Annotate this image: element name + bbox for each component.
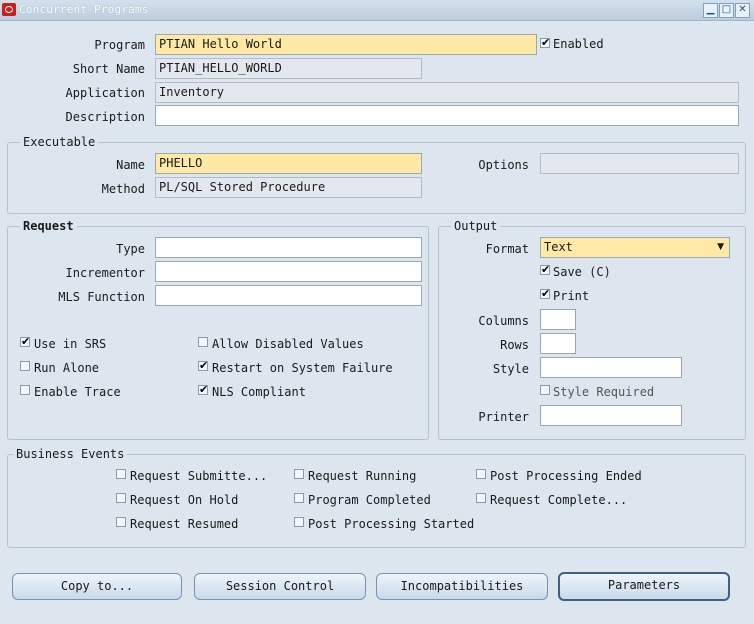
parameters-button[interactable]: Parameters <box>558 572 730 601</box>
request-resumed-checkbox[interactable] <box>116 517 126 527</box>
checkmark-icon: ✔ <box>541 263 551 276</box>
format-value: Text <box>544 240 573 254</box>
run-alone-checkbox[interactable] <box>20 361 30 371</box>
incrementor-label: Incrementor <box>65 266 145 280</box>
style-field[interactable] <box>540 357 682 378</box>
application-label: Application <box>65 86 145 100</box>
incrementor-field[interactable] <box>155 261 422 282</box>
style-label: Style <box>492 362 529 376</box>
type-label: Type <box>116 242 145 256</box>
columns-label: Columns <box>478 314 529 328</box>
application-field[interactable]: Inventory <box>155 82 739 103</box>
restart-on-failure-label: Restart on System Failure <box>212 361 393 375</box>
session-control-button[interactable]: Session Control <box>194 573 366 600</box>
program-label: Program <box>94 38 145 52</box>
request-completed-checkbox[interactable] <box>476 493 486 503</box>
method-field[interactable]: PL/SQL Stored Procedure <box>155 177 422 198</box>
print-label: Print <box>553 289 590 303</box>
use-in-srs-label: Use in SRS <box>34 337 107 351</box>
description-field[interactable] <box>155 105 739 126</box>
dropdown-arrow-icon: ▼ <box>717 242 724 252</box>
output-title: Output <box>451 219 501 233</box>
oracle-logo-icon <box>2 3 16 16</box>
short-name-field[interactable]: PTIAN_HELLO_WORLD <box>155 58 422 79</box>
maximize-icon[interactable]: □ <box>719 3 734 18</box>
save-label: Save (C) <box>553 265 611 279</box>
mls-function-label: MLS Function <box>58 290 145 304</box>
method-label: Method <box>101 182 145 196</box>
options-field[interactable] <box>540 153 739 174</box>
style-required-checkbox[interactable] <box>540 385 550 395</box>
nls-compliant-checkbox[interactable]: ✔ <box>198 383 209 396</box>
request-on-hold-label: Request On Hold <box>130 493 239 507</box>
program-field[interactable]: PTIAN Hello World <box>155 34 537 55</box>
enable-trace-checkbox[interactable] <box>20 385 30 395</box>
allow-disabled-values-label: Allow Disabled Values <box>212 337 364 351</box>
close-icon[interactable]: ✕ <box>735 3 750 18</box>
post-processing-started-label: Post Processing Started <box>308 517 475 531</box>
copy-to-button[interactable]: Copy to... <box>12 573 182 600</box>
checkmark-icon: ✔ <box>21 335 31 348</box>
enabled-label: Enabled <box>553 37 604 51</box>
request-submitted-label: Request Submitte... <box>130 469 268 483</box>
request-submitted-checkbox[interactable] <box>116 469 126 479</box>
nls-compliant-label: NLS Compliant <box>212 385 306 399</box>
type-field[interactable] <box>155 237 422 258</box>
printer-label: Printer <box>478 410 529 424</box>
post-processing-started-checkbox[interactable] <box>294 517 304 527</box>
description-label: Description <box>65 110 145 124</box>
program-completed-checkbox[interactable] <box>294 493 304 503</box>
printer-field[interactable] <box>540 405 682 426</box>
title-bar: Concurrent Programs ▁ □ ✕ <box>0 0 754 21</box>
rows-label: Rows <box>500 338 529 352</box>
save-checkbox[interactable]: ✔ <box>540 263 551 276</box>
executable-title: Executable <box>20 135 99 149</box>
mls-function-field[interactable] <box>155 285 422 306</box>
checkmark-icon: ✔ <box>199 383 209 396</box>
rows-field[interactable] <box>540 333 576 354</box>
format-label: Format <box>485 242 529 256</box>
request-completed-label: Request Complete... <box>490 493 628 507</box>
business-events-title: Business Events <box>13 447 128 461</box>
short-name-label: Short Name <box>72 62 145 76</box>
window-title: Concurrent Programs <box>19 3 149 16</box>
request-title: Request <box>20 219 77 233</box>
use-in-srs-checkbox[interactable]: ✔ <box>20 335 31 348</box>
allow-disabled-values-checkbox[interactable] <box>198 337 208 347</box>
program-completed-label: Program Completed <box>308 493 431 507</box>
post-processing-ended-label: Post Processing Ended <box>490 469 642 483</box>
enabled-checkbox[interactable]: ✔ <box>540 36 551 49</box>
request-resumed-label: Request Resumed <box>130 517 239 531</box>
minimize-icon[interactable]: ▁ <box>703 3 718 18</box>
post-processing-ended-checkbox[interactable] <box>476 469 486 479</box>
print-checkbox[interactable]: ✔ <box>540 287 551 300</box>
style-required-label: Style Required <box>553 385 655 399</box>
options-label: Options <box>478 158 529 172</box>
request-group <box>7 226 429 440</box>
request-running-checkbox[interactable] <box>294 469 304 479</box>
request-on-hold-checkbox[interactable] <box>116 493 126 503</box>
enable-trace-label: Enable Trace <box>34 385 121 399</box>
incompatibilities-button[interactable]: Incompatibilities <box>376 573 548 600</box>
executable-name-field[interactable]: PHELLO <box>155 153 422 174</box>
run-alone-label: Run Alone <box>34 361 100 375</box>
checkmark-icon: ✔ <box>541 287 551 300</box>
format-select[interactable]: Text ▼ <box>540 237 730 258</box>
executable-name-label: Name <box>116 158 145 172</box>
checkmark-icon: ✔ <box>199 359 209 372</box>
restart-on-failure-checkbox[interactable]: ✔ <box>198 359 209 372</box>
checkmark-icon: ✔ <box>541 36 551 49</box>
columns-field[interactable] <box>540 309 576 330</box>
request-running-label: Request Running <box>308 469 417 483</box>
